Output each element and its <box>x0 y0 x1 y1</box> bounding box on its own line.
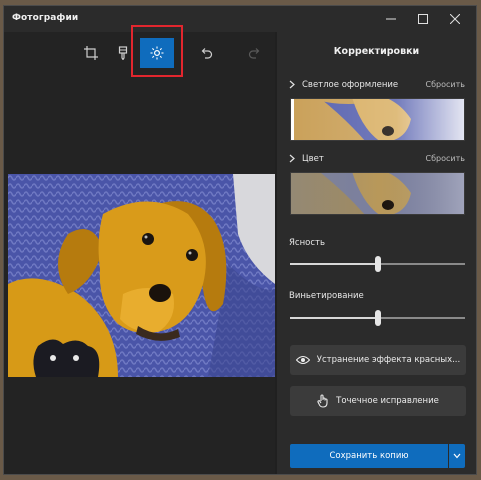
slider-thumb[interactable] <box>374 310 381 326</box>
edit-toolbar <box>4 32 275 76</box>
save-copy-label: Сохранить копию <box>329 451 409 461</box>
close-button[interactable] <box>440 6 470 32</box>
red-eye-button[interactable]: Устранение эффекта красных... <box>290 345 466 375</box>
undo-button[interactable] <box>189 38 223 68</box>
adjust-button[interactable] <box>140 38 174 68</box>
light-preview-image <box>291 99 464 140</box>
filter-button[interactable] <box>106 38 140 68</box>
crop-icon <box>84 46 98 60</box>
minimize-button[interactable] <box>376 6 406 32</box>
eye-icon <box>295 355 310 365</box>
redo-icon <box>248 48 260 59</box>
filter-brush-icon <box>118 46 128 60</box>
light-reset-link[interactable]: Сбросить <box>426 80 465 89</box>
title-bar: Фотографии <box>4 6 476 32</box>
undo-icon <box>201 48 213 59</box>
minimize-icon <box>386 18 396 20</box>
photo-preview <box>8 174 275 377</box>
light-slider-strip[interactable] <box>290 98 465 141</box>
light-section-header[interactable]: Светлое оформление Сбросить <box>289 79 465 93</box>
color-preview-image <box>291 173 464 214</box>
chevron-down-icon <box>453 453 461 459</box>
photos-window: Фотографии Корректировки Светлое оформле… <box>3 5 477 475</box>
save-options-dropdown[interactable] <box>449 444 465 468</box>
crop-button[interactable] <box>74 38 108 68</box>
redo-button[interactable] <box>238 38 272 68</box>
maximize-icon <box>418 14 428 24</box>
slider-fill <box>290 317 378 319</box>
dog-photo <box>8 174 275 377</box>
panel-title: Корректировки <box>333 46 420 57</box>
color-section-header[interactable]: Цвет Сбросить <box>289 153 465 167</box>
spot-fix-label: Точечное исправление <box>336 396 439 406</box>
save-copy-button[interactable]: Сохранить копию <box>290 444 448 468</box>
slider-fill <box>290 263 378 265</box>
window-title: Фотографии <box>12 13 79 23</box>
vignette-label: Виньетирование <box>289 291 364 301</box>
touch-hand-icon <box>317 394 329 408</box>
color-section-label: Цвет <box>302 154 324 164</box>
close-icon <box>450 14 460 24</box>
spot-fix-button[interactable]: Точечное исправление <box>290 386 466 416</box>
vignette-slider[interactable] <box>290 310 465 326</box>
clarity-slider[interactable] <box>290 256 465 272</box>
slider-thumb[interactable] <box>374 256 381 272</box>
maximize-button[interactable] <box>408 6 438 32</box>
color-slider-strip[interactable] <box>290 172 465 215</box>
light-section-label: Светлое оформление <box>302 80 399 90</box>
clarity-label: Ясность <box>289 238 325 248</box>
red-eye-label: Устранение эффекта красных... <box>316 355 461 365</box>
chevron-right-icon <box>289 154 295 163</box>
adjustments-panel: Корректировки Светлое оформление Сбросит… <box>277 32 476 474</box>
color-reset-link[interactable]: Сбросить <box>426 154 465 163</box>
brightness-icon <box>150 46 164 60</box>
canvas-area <box>4 25 275 474</box>
chevron-right-icon <box>289 80 295 89</box>
